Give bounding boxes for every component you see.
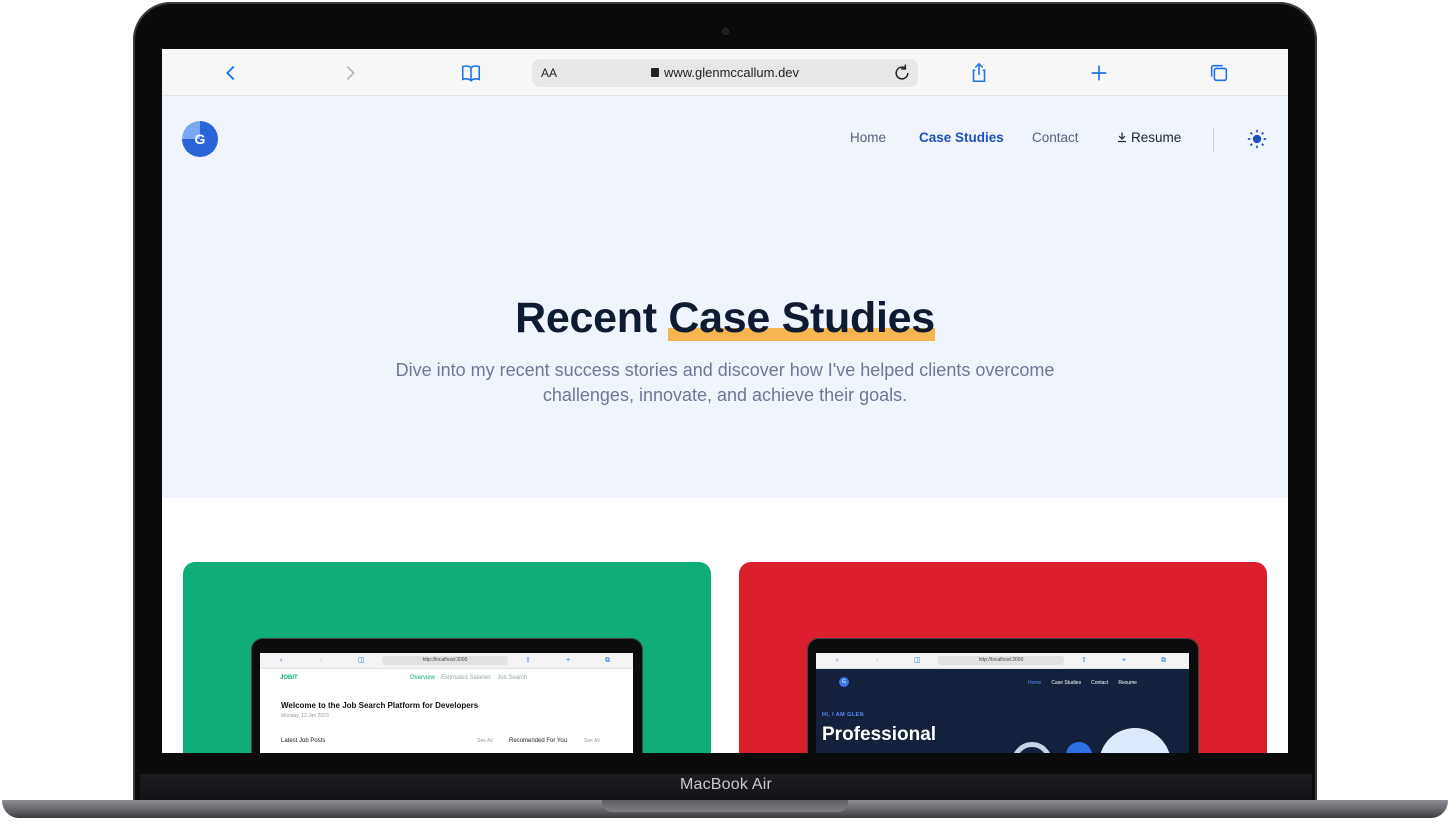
lock-icon — [650, 68, 659, 77]
tabs-icon[interactable] — [1205, 59, 1233, 87]
preview-illustration-ring — [1012, 742, 1052, 753]
url-text: www.glenmccallum.dev — [663, 65, 800, 80]
laptop-mockup: AA www.glenmccallum.dev G Home Case Stud… — [0, 0, 1450, 833]
forward-icon[interactable] — [336, 59, 364, 87]
main-nav: Home Case Studies Contact Resume — [162, 128, 1288, 152]
preview-new-tab-icon: + — [1122, 657, 1127, 664]
preview-share-icon: ⇧ — [525, 657, 531, 664]
preview-logo: G — [839, 677, 849, 687]
case-studies-grid: ‹ › ◫ http://localhost:3000 ⇧ + ⧉ JOBIT … — [162, 498, 1288, 753]
preview-greeting: HI, I AM GLEN — [822, 712, 864, 718]
preview-nav-item: Contact — [1091, 680, 1109, 686]
preview-see-all: See All — [584, 738, 600, 744]
hero-section: G Home Case Studies Contact Resume Recen… — [162, 96, 1288, 498]
back-icon[interactable] — [217, 59, 245, 87]
browser-toolbar: AA www.glenmccallum.dev — [162, 49, 1288, 96]
preview-back-icon: ‹ — [280, 657, 283, 664]
bookmarks-icon[interactable] — [457, 59, 485, 87]
card-laptop-preview: ‹ › ◫ http://localhost:3000 ⇧ + ⧉ JOBIT … — [251, 638, 643, 753]
preview-new-tab-icon: + — [566, 657, 571, 664]
preview-tabs-icon: ⧉ — [605, 657, 610, 664]
card-preview-screen: ‹ › ◫ http://localhost:3000 ⇧ + ⧉ JOBIT … — [260, 653, 633, 753]
sun-icon[interactable] — [1247, 129, 1267, 149]
nav-home[interactable]: Home — [850, 130, 886, 145]
preview-browser-bar: ‹ › ◫ http://localhost:3000 ⇧ + ⧉ — [260, 653, 633, 669]
preview-tab: Job Search — [497, 675, 528, 681]
preview-app-header: JOBIT Overview Estimated Salaries Job Sear… — [260, 669, 633, 687]
nav-resume[interactable]: Resume — [1116, 130, 1181, 145]
nav-resume-label: Resume — [1131, 130, 1182, 145]
preview-url: http://localhost:3000 — [938, 656, 1064, 665]
laptop-notch — [602, 800, 848, 812]
preview-tabs: Overview Estimated Salaries Job Search — [410, 675, 527, 681]
card-laptop-preview: ‹ › ◫ http://localhost:3000 ⇧ + ⧉ G Home… — [807, 638, 1199, 753]
title-highlight-text: Case Studies — [668, 294, 935, 342]
page-title: Recent Case Studies — [162, 294, 1288, 343]
preview-tab: Overview — [410, 675, 436, 681]
preview-tabs-icon: ⧉ — [1161, 657, 1166, 664]
nav-divider — [1213, 128, 1214, 152]
preview-bookmarks-icon: ◫ — [358, 657, 365, 664]
preview-url: http://localhost:3000 — [382, 656, 508, 665]
preview-forward-icon: › — [320, 657, 323, 664]
title-highlight: Case Studies — [668, 294, 936, 343]
preview-heading: Welcome to the Job Search Platform for D… — [281, 701, 479, 710]
nav-contact[interactable]: Contact — [1032, 130, 1079, 145]
preview-nav-item: Resume — [1118, 680, 1137, 686]
new-tab-icon[interactable] — [1085, 59, 1113, 87]
preview-illustration-gear — [1066, 742, 1092, 753]
preview-date: Monday, 13 Jan 2023 — [281, 713, 329, 719]
case-study-card-jobit[interactable]: ‹ › ◫ http://localhost:3000 ⇧ + ⧉ JOBIT … — [183, 562, 711, 753]
preview-app-name: JOBIT — [280, 675, 298, 681]
share-icon[interactable] — [965, 59, 993, 87]
preview-section-right: Recomended For You — [509, 738, 568, 744]
title-plain: Recent — [515, 294, 669, 342]
preview-share-icon: ⇧ — [1081, 657, 1087, 664]
reload-icon[interactable] — [892, 63, 912, 83]
preview-nav: Home Case Studies Contact Resume — [1028, 680, 1147, 686]
preview-browser-bar: ‹ › ◫ http://localhost:3000 ⇧ + ⧉ — [816, 653, 1189, 669]
preview-nav-item: Home — [1028, 680, 1042, 686]
preview-forward-icon: › — [876, 657, 879, 664]
device-label: MacBook Air — [679, 776, 772, 793]
preview-illustration-circle — [1099, 728, 1171, 753]
preview-bookmarks-icon: ◫ — [914, 657, 921, 664]
download-icon — [1118, 132, 1126, 143]
preview-back-icon: ‹ — [836, 657, 839, 664]
preview-see-all: See All — [477, 738, 493, 744]
preview-section-left: Latest Job Posts — [281, 738, 326, 744]
case-study-card-portfolio[interactable]: ‹ › ◫ http://localhost:3000 ⇧ + ⧉ G Home… — [739, 562, 1267, 753]
web-page: G Home Case Studies Contact Resume Recen… — [162, 96, 1288, 753]
page-subtitle: Dive into my recent success stories and … — [395, 360, 1055, 405]
address-bar[interactable]: AA www.glenmccallum.dev — [532, 59, 918, 87]
nav-case-studies[interactable]: Case Studies — [919, 130, 1004, 145]
laptop-screen: AA www.glenmccallum.dev G Home Case Stud… — [162, 49, 1288, 753]
preview-headline: Professional — [822, 724, 937, 745]
camera — [722, 28, 729, 35]
preview-tab: Estimated Salaries — [441, 675, 492, 681]
preview-nav-item: Case Studies — [1051, 680, 1082, 686]
card-preview-screen: ‹ › ◫ http://localhost:3000 ⇧ + ⧉ G Home… — [816, 653, 1189, 753]
